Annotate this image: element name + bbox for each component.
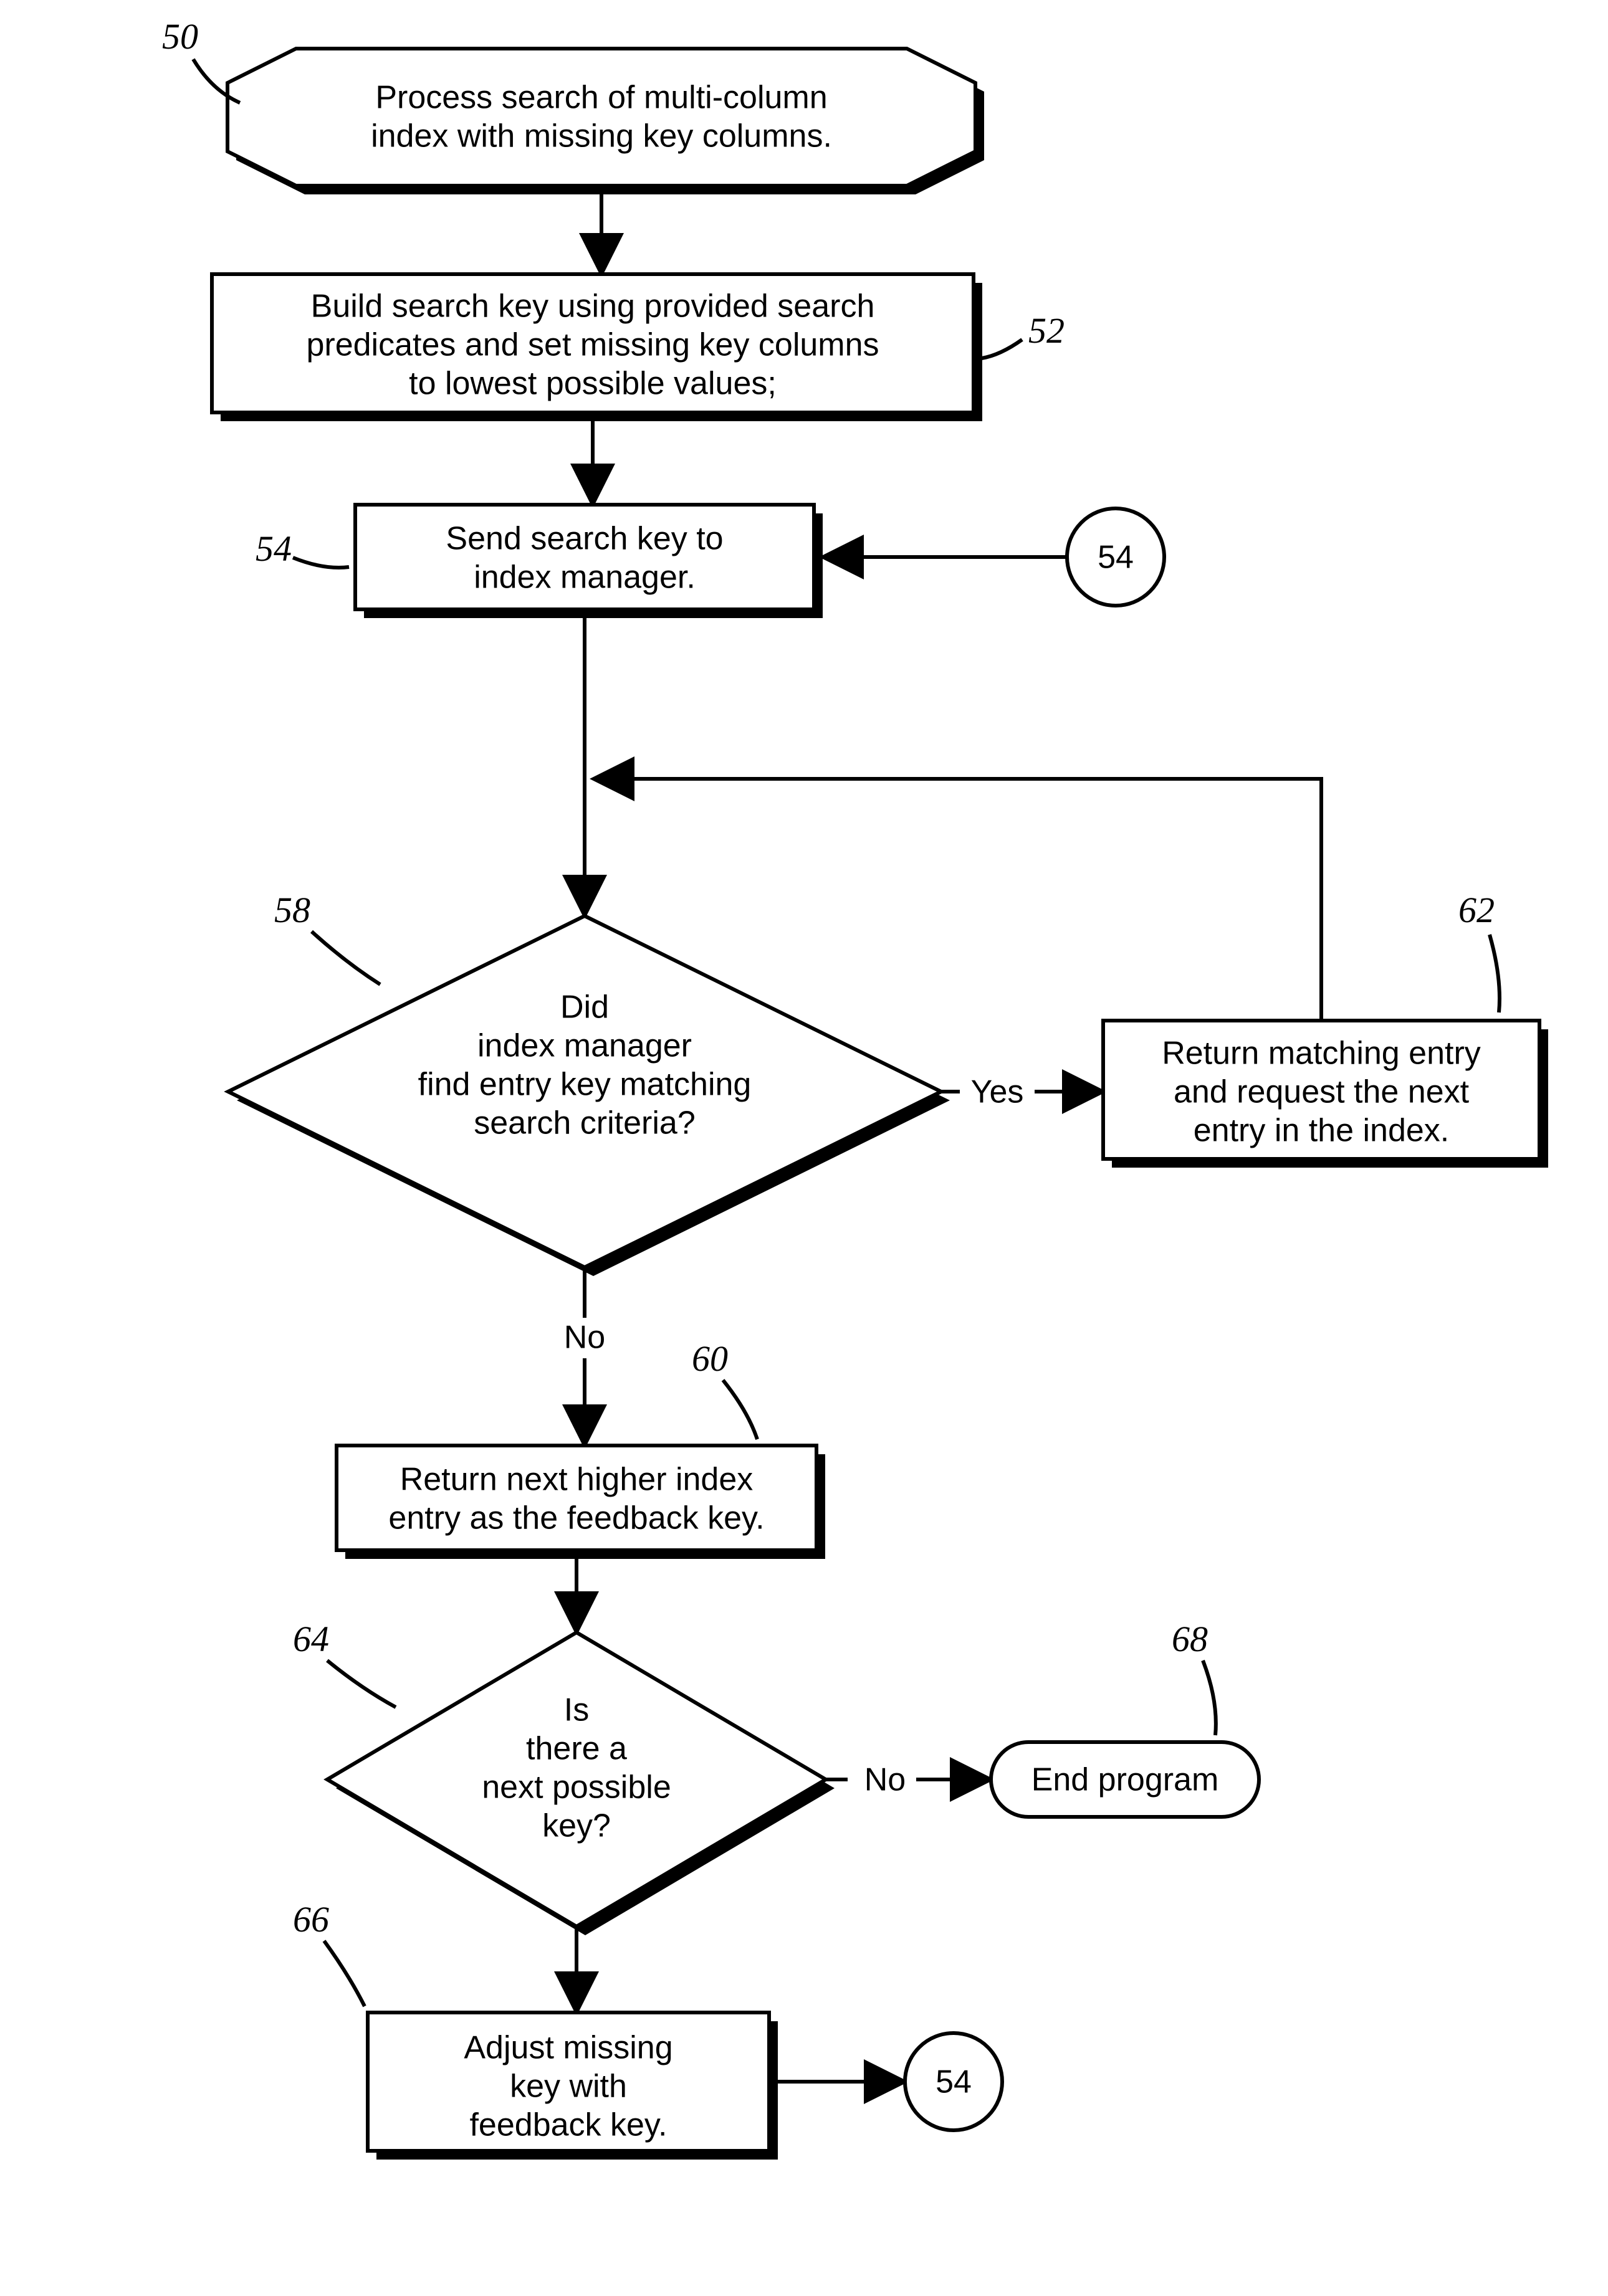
node-64-line2: there a <box>526 1731 627 1767</box>
connector-54-top-label: 54 <box>1098 540 1134 576</box>
node-54-send-key: Send search key to index manager. <box>355 505 823 618</box>
node-64-line4: key? <box>542 1808 611 1844</box>
node-58-line1: Did <box>560 989 609 1026</box>
node-50-start: Process search of multi-column index wit… <box>227 49 984 194</box>
node-50-line2: index with missing key columns. <box>371 118 832 155</box>
ref-50: 50 <box>162 16 198 57</box>
ref-60: 60 <box>692 1338 728 1379</box>
flowchart-canvas: Process search of multi-column index wit… <box>0 0 1608 2296</box>
node-62-line2: and request the next <box>1174 1074 1470 1110</box>
edge-58-yes-label: Yes <box>971 1074 1024 1110</box>
node-58-line4: search criteria? <box>474 1105 695 1141</box>
connector-54-bottom-label: 54 <box>936 2064 972 2100</box>
node-58-line3: find entry key matching <box>418 1067 752 1103</box>
node-58-decision-match: Did index manager find entry key matchin… <box>228 916 950 1276</box>
node-62-return-match: Return matching entry and request the ne… <box>1103 1021 1548 1168</box>
ref-68: 68 <box>1172 1619 1208 1659</box>
node-66-line3: feedback key. <box>469 2107 667 2143</box>
node-60-feedback-key: Return next higher index entry as the fe… <box>337 1446 825 1559</box>
node-66-adjust-key: Adjust missing key with feedback key. <box>368 2013 778 2160</box>
node-60-line1: Return next higher index <box>400 1462 754 1498</box>
node-58-line2: index manager <box>477 1028 692 1064</box>
node-60-line2: entry as the feedback key. <box>388 1500 764 1536</box>
node-52-build-key: Build search key using provided search p… <box>212 274 982 421</box>
node-52-line2: predicates and set missing key columns <box>306 327 879 363</box>
ref-66: 66 <box>293 1899 329 1940</box>
connector-54-bottom: 54 <box>905 2033 1002 2130</box>
node-54-line1: Send search key to <box>446 521 723 557</box>
node-64-decision-nextkey: Is there a next possible key? <box>327 1632 835 1935</box>
ref-54: 54 <box>256 528 292 569</box>
node-52-line1: Build search key using provided search <box>311 288 875 325</box>
node-66-line2: key with <box>510 2069 627 2105</box>
connector-54-top: 54 <box>1067 508 1164 606</box>
node-50-line1: Process search of multi-column <box>375 80 827 116</box>
node-68-end: End program <box>991 1742 1259 1817</box>
edge-58-no-label: No <box>564 1320 605 1356</box>
ref-58: 58 <box>274 890 310 930</box>
node-62-line3: entry in the index. <box>1194 1113 1449 1149</box>
node-64-line3: next possible <box>482 1770 671 1806</box>
ref-64: 64 <box>293 1619 329 1659</box>
ref-52: 52 <box>1028 310 1065 351</box>
node-54-line2: index manager. <box>474 560 696 596</box>
ref-62: 62 <box>1458 890 1495 930</box>
node-52-line3: to lowest possible values; <box>409 366 777 402</box>
edge-64-no-label: No <box>864 1762 906 1798</box>
node-62-line1: Return matching entry <box>1162 1036 1481 1072</box>
node-68-line1: End program <box>1031 1762 1219 1798</box>
node-66-line1: Adjust missing <box>464 2030 672 2066</box>
node-64-line1: Is <box>564 1692 589 1728</box>
